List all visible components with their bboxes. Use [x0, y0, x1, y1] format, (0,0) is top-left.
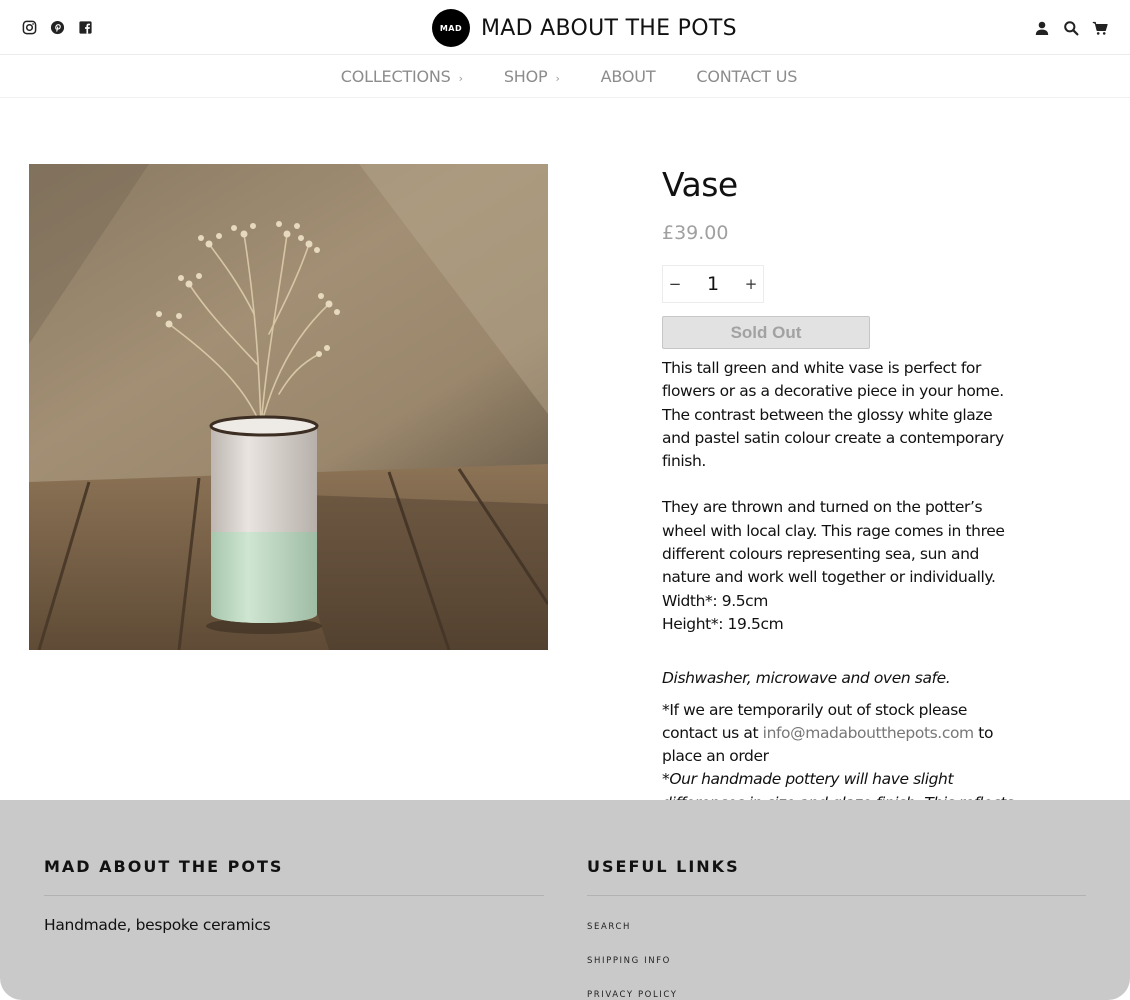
product-image[interactable] [29, 164, 548, 650]
product-price: £39.00 [662, 222, 729, 244]
nav-item-label: SHOP [503, 67, 548, 86]
site-header: MAD MAD ABOUT THE POTS [0, 0, 1130, 55]
logo-text: MAD [439, 23, 463, 33]
site-footer: MAD ABOUT THE POTS Handmade, bespoke cer… [0, 800, 1130, 1000]
footer-heading: USEFUL LINKS [587, 857, 1086, 896]
account-icon[interactable] [1034, 20, 1050, 36]
quantity-input[interactable] [693, 273, 733, 295]
main-nav: COLLECTIONS › SHOP › ABOUT CONTACT US [0, 56, 1130, 98]
social-links [22, 20, 93, 35]
footer-links: SEARCH SHIPPING INFO PRIVACY POLICY [587, 922, 1086, 1000]
nav-item-contact-us[interactable]: CONTACT US [696, 67, 797, 86]
footer-about-column: MAD ABOUT THE POTS Handmade, bespoke cer… [44, 857, 544, 934]
vase-photo [29, 164, 548, 650]
quantity-stepper: − + [662, 265, 764, 303]
height-spec: Height*: 19.5cm [662, 614, 784, 633]
brand[interactable]: MAD MAD ABOUT THE POTS [432, 9, 737, 47]
nav-item-label: CONTACT US [696, 67, 798, 86]
nav-item-collections[interactable]: COLLECTIONS › [341, 67, 463, 86]
search-icon[interactable] [1063, 20, 1079, 36]
care-note: Dishwasher, microwave and oven safe. [662, 667, 1022, 690]
cart-icon[interactable] [1092, 20, 1108, 36]
facebook-icon[interactable] [78, 20, 93, 35]
description-paragraph: This tall green and white vase is perfec… [662, 359, 1004, 471]
contact-email-link[interactable]: info@madaboutthepots.com [763, 724, 974, 742]
nav-item-label: ABOUT [600, 67, 656, 86]
product-description: This tall green and white vase is perfec… [662, 357, 1022, 838]
sold-out-button[interactable]: Sold Out [662, 316, 870, 349]
footer-heading: MAD ABOUT THE POTS [44, 857, 544, 896]
nav-item-shop[interactable]: SHOP › [504, 67, 560, 86]
care-text: Dishwasher, microwave and oven safe. [662, 669, 951, 688]
chevron-right-icon: › [555, 72, 560, 85]
decrease-quantity-button[interactable]: − [663, 266, 687, 302]
header-tools [1034, 20, 1108, 36]
pinterest-icon[interactable] [50, 20, 65, 35]
chevron-right-icon: › [458, 72, 463, 85]
product-info: Vase £39.00 − + Sold Out This tall green… [662, 165, 1022, 835]
footer-link-shipping-info[interactable]: SHIPPING INFO [587, 956, 1086, 990]
stock-note: *If we are temporarily out of stock plea… [662, 699, 1022, 769]
increase-quantity-button[interactable]: + [739, 266, 763, 302]
nav-item-label: COLLECTIONS [340, 67, 451, 86]
nav-item-about[interactable]: ABOUT [601, 67, 656, 86]
instagram-icon[interactable] [22, 20, 37, 35]
footer-links-column: USEFUL LINKS SEARCH SHIPPING INFO PRIVAC… [587, 857, 1086, 1000]
brand-logo[interactable]: MAD [432, 9, 470, 47]
footer-tagline: Handmade, bespoke ceramics [44, 916, 271, 934]
product-title: Vase [662, 165, 738, 204]
footer-link-search[interactable]: SEARCH [587, 922, 1086, 956]
brand-name[interactable]: MAD ABOUT THE POTS [481, 16, 737, 41]
description-paragraph: They are thrown and turned on the potter… [662, 498, 1005, 587]
width-spec: Width*: 9.5cm [662, 591, 769, 610]
footer-link-privacy-policy[interactable]: PRIVACY POLICY [587, 990, 1086, 1000]
